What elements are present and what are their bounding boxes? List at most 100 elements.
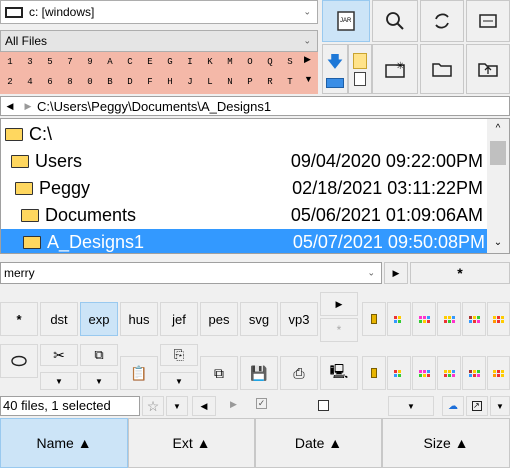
drive-letter[interactable]: 3 (24, 54, 36, 70)
thread-grid-3[interactable] (412, 302, 436, 336)
thread-grid-9[interactable] (412, 356, 436, 390)
jar-file-button[interactable]: JAR (322, 0, 370, 42)
thread-grid-2[interactable] (387, 302, 411, 336)
cloud-button[interactable]: ☁ (442, 396, 464, 416)
drive-letter[interactable]: 4 (24, 74, 36, 90)
search-button[interactable] (372, 0, 418, 42)
favorite-dropdown[interactable]: ▼ (166, 396, 188, 416)
drive-letter[interactable]: H (164, 74, 176, 90)
scroll-down-icon[interactable]: ⌄ (487, 233, 509, 253)
open-external-button[interactable]: ↗ (466, 396, 488, 416)
export-button[interactable]: ⎙ (280, 356, 318, 390)
drive-letter[interactable]: 6 (44, 74, 56, 90)
drive-letter[interactable]: 0 (84, 74, 96, 90)
drive-letter[interactable]: 2 (4, 74, 16, 90)
drive-letter[interactable]: 8 (64, 74, 76, 90)
drive-letter[interactable]: F (144, 74, 156, 90)
column-header-name[interactable]: Name ▲ (0, 418, 128, 468)
drive-letter[interactable]: J (184, 74, 196, 90)
column-header-size[interactable]: Size ▲ (382, 418, 510, 468)
drive-letter[interactable]: A (104, 54, 116, 70)
tree-row[interactable]: Users 09/04/2020 09:22:00PM (3, 148, 485, 175)
drive-letter[interactable]: 5 (44, 54, 56, 70)
download-button[interactable]: 🡇 (322, 44, 348, 94)
thread-grid-1[interactable] (362, 302, 386, 336)
paste-button[interactable]: 📋 (120, 356, 158, 390)
tree-row[interactable]: Peggy 02/18/2021 03:11:22PM (3, 175, 485, 202)
new-folder-button[interactable]: ✳ (372, 44, 418, 94)
thread-grid-11[interactable] (462, 356, 486, 390)
thread-grid-4[interactable] (437, 302, 461, 336)
filetype-jef[interactable]: jef (160, 302, 198, 336)
drive-letter[interactable]: K (204, 54, 216, 70)
drive-letter[interactable]: G (164, 54, 176, 70)
monitor-button[interactable]: 🖳 (320, 356, 358, 390)
arrow-right-icon[interactable]: ▶ (304, 54, 311, 65)
favorite-button[interactable]: ☆ (142, 396, 164, 416)
drive-letter[interactable]: D (124, 74, 136, 90)
thread-grid-10[interactable] (437, 356, 461, 390)
paste-dropdown[interactable]: ▼ (160, 372, 198, 390)
drive-dropdown[interactable]: c: [windows] ⌄ (0, 0, 318, 24)
drive-letter[interactable]: N (224, 74, 236, 90)
drive-letter[interactable]: M (224, 54, 236, 70)
drive-letter[interactable]: T (284, 74, 296, 90)
forward-arrow-icon[interactable]: ▶ (19, 101, 37, 112)
drive-letter[interactable]: C (124, 54, 136, 70)
tree-scrollbar[interactable]: ^ ⌄ (487, 119, 509, 253)
lasso-button[interactable] (0, 344, 38, 378)
filetype-star-button[interactable]: * (320, 318, 358, 342)
scroll-thumb[interactable] (490, 141, 506, 165)
options-button[interactable] (466, 0, 510, 42)
copy-dropdown[interactable]: ▼ (80, 372, 118, 390)
drive-letter[interactable]: R (264, 74, 276, 90)
filetype-pes[interactable]: pes (200, 302, 238, 336)
filetype-dst[interactable]: dst (40, 302, 78, 336)
drive-letter[interactable]: B (104, 74, 116, 90)
thread-grid-5[interactable] (462, 302, 486, 336)
next-arrow-icon[interactable]: ▶ (230, 399, 237, 410)
view-dropdown[interactable]: ▼ (388, 396, 434, 416)
column-header-date[interactable]: Date ▲ (255, 418, 382, 468)
duplicate-button[interactable]: ⧉ (200, 356, 238, 390)
drive-letter[interactable]: 9 (84, 54, 96, 70)
tree-row[interactable]: C:\ (3, 121, 485, 148)
filetype-vp3[interactable]: vp3 (280, 302, 318, 336)
back-arrow-icon[interactable]: ◀ (1, 101, 19, 112)
thread-grid-7[interactable] (362, 356, 386, 390)
drive-letter[interactable]: O (244, 54, 256, 70)
folder-up-button[interactable] (466, 44, 510, 94)
filetype-exp[interactable]: exp (80, 302, 118, 336)
thread-grid-8[interactable] (387, 356, 411, 390)
cut-button[interactable]: ✂ (40, 344, 78, 366)
save-button[interactable]: 💾 (240, 356, 278, 390)
drive-letter[interactable]: 7 (64, 54, 76, 70)
arrow-down-icon[interactable]: ▼ (304, 74, 313, 84)
drive-letter[interactable]: L (204, 74, 216, 90)
drive-letter[interactable]: Q (264, 54, 276, 70)
note-button[interactable] (348, 44, 372, 94)
copy-button[interactable]: ⧉ (80, 344, 118, 366)
wildcard-button[interactable]: * (410, 262, 510, 284)
refresh-button[interactable] (420, 0, 464, 42)
drive-letter[interactable]: I (184, 54, 196, 70)
folder-button[interactable] (420, 44, 464, 94)
thread-grid-12[interactable] (487, 356, 510, 390)
drive-letter[interactable]: E (144, 54, 156, 70)
filetype-all[interactable]: * (0, 302, 38, 336)
drive-letter[interactable]: S (284, 54, 296, 70)
filetype-next-button[interactable]: ▶ (320, 292, 358, 316)
tree-row-selected[interactable]: A_Designs1 05/07/2021 09:50:08PM (1, 229, 487, 253)
file-filter-dropdown[interactable]: All Files ⌄ (0, 30, 318, 52)
path-text[interactable]: C:\Users\Peggy\Documents\A_Designs1 (37, 99, 271, 114)
cut-dropdown[interactable]: ▼ (40, 372, 78, 390)
more-dropdown[interactable]: ▼ (490, 396, 510, 416)
filetype-hus[interactable]: hus (120, 302, 158, 336)
search-combo[interactable]: merry ⌄ (0, 262, 382, 284)
drive-letter[interactable]: 1 (4, 54, 16, 70)
search-go-button[interactable]: ▶ (384, 262, 408, 284)
column-header-ext[interactable]: Ext ▲ (128, 418, 255, 468)
checkbox[interactable] (318, 400, 329, 411)
thread-grid-6[interactable] (487, 302, 510, 336)
drive-letter[interactable]: P (244, 74, 256, 90)
